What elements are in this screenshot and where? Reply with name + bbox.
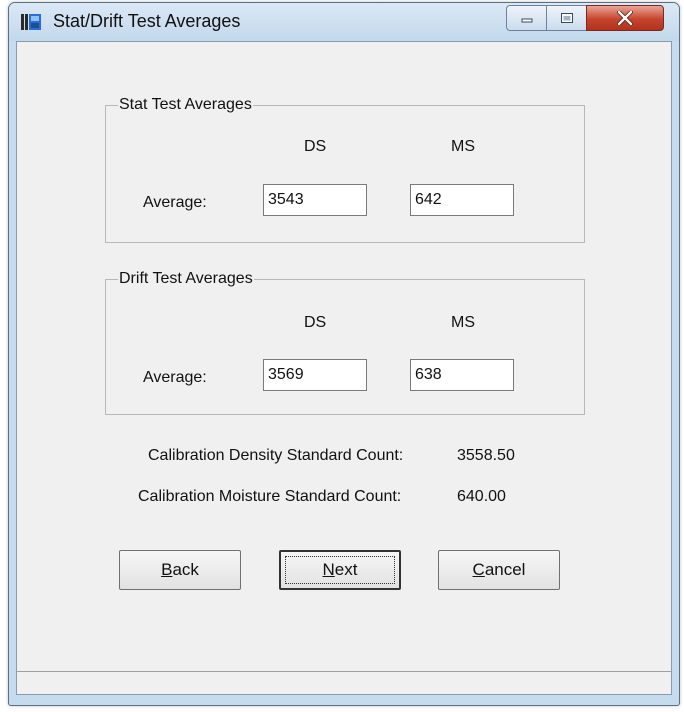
cancel-button-label: ancel: [484, 560, 526, 579]
drift-ds-header: DS: [304, 314, 327, 331]
minimize-icon: [521, 18, 532, 23]
minimize-button[interactable]: [506, 5, 546, 31]
drift-ms-average-input[interactable]: [410, 359, 514, 391]
maximize-icon: [560, 13, 573, 23]
drift-group-label: Drift Test Averages: [118, 269, 254, 289]
back-accel-key: B: [161, 560, 173, 579]
stat-ds-average-input[interactable]: [263, 184, 367, 216]
drift-average-label: Average:: [143, 369, 207, 386]
next-accel-key: N: [322, 560, 335, 579]
stat-ms-header: MS: [451, 138, 475, 155]
drift-test-group: Drift Test Averages DS MS Average:: [105, 269, 585, 415]
calibration-density-value: 3558.50: [457, 447, 515, 464]
drift-ms-header: MS: [451, 314, 475, 331]
stat-group-label: Stat Test Averages: [118, 95, 253, 115]
back-button[interactable]: Back: [119, 550, 241, 590]
status-bar: [17, 671, 671, 694]
app-bars-icon: [21, 14, 41, 30]
stat-ms-average-input[interactable]: [410, 184, 514, 216]
stat-average-label: Average:: [143, 194, 207, 211]
calibration-moisture-label: Calibration Moisture Standard Count:: [138, 488, 402, 505]
cancel-button[interactable]: Cancel: [438, 550, 560, 590]
drift-ds-average-input[interactable]: [263, 359, 367, 391]
back-button-label: ack: [172, 560, 199, 579]
maximize-button[interactable]: [546, 5, 586, 31]
calibration-density-label: Calibration Density Standard Count:: [148, 447, 404, 464]
cancel-accel-key: C: [472, 560, 485, 579]
close-button[interactable]: [586, 5, 664, 31]
next-button[interactable]: Next: [279, 550, 401, 590]
dialog-client-area: Stat Test Averages DS MS Average: Drift …: [16, 41, 672, 695]
title-bar[interactable]: Stat/Drift Test Averages: [9, 3, 679, 41]
calibration-moisture-value: 640.00: [457, 488, 506, 505]
window-title: Stat/Drift Test Averages: [53, 11, 241, 31]
close-icon: [617, 11, 633, 25]
stat-test-group: Stat Test Averages DS MS Average:: [105, 95, 585, 243]
dialog-window: Stat/Drift Test Averages Stat Test Avera…: [8, 2, 680, 706]
next-button-label: ext: [334, 560, 358, 579]
stat-ds-header: DS: [304, 138, 327, 155]
